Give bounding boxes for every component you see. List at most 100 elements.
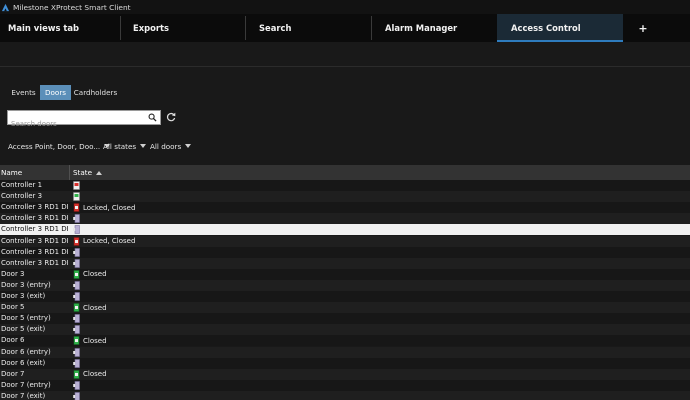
access-point-filter-dropdown[interactable]: Access Point, Door, Doo... xyxy=(8,140,111,152)
table-row[interactable]: Door 7 (entry) xyxy=(0,379,690,391)
column-divider[interactable] xyxy=(69,165,70,180)
row-state xyxy=(73,380,83,391)
access-point-icon xyxy=(73,258,80,268)
door-closed-icon xyxy=(73,336,80,346)
milestone-logo-icon xyxy=(1,3,10,11)
controller-online-icon xyxy=(73,192,80,201)
table-row[interactable]: Door 3 Closed xyxy=(0,268,690,280)
search-input[interactable] xyxy=(8,117,146,131)
table-row[interactable]: Controller 3 RD1 DR 1 ( xyxy=(0,213,690,225)
column-header-name[interactable]: Name xyxy=(1,165,69,180)
table-row[interactable]: Controller 3 RD1 DR 2 ( xyxy=(0,257,690,269)
chevron-down-icon xyxy=(185,144,192,148)
refresh-icon[interactable] xyxy=(166,112,176,122)
access-point-icon xyxy=(73,325,80,335)
subtab-doors[interactable]: Doors xyxy=(40,85,71,100)
door-closed-icon xyxy=(73,303,80,312)
door-locked-closed-icon xyxy=(73,203,80,212)
access-point-icon xyxy=(73,392,80,400)
row-name: Door 5 (exit) xyxy=(1,325,46,334)
subtab-cardholders[interactable]: Cardholders xyxy=(73,85,118,100)
table-row[interactable]: Door 3 (exit) xyxy=(0,291,690,302)
row-name: Door 3 (entry) xyxy=(1,280,51,289)
controller-offline-icon xyxy=(73,181,80,190)
state-filter-dropdown[interactable]: All states xyxy=(103,140,147,152)
state-label: Closed xyxy=(83,336,107,345)
row-state xyxy=(73,358,83,369)
access-point-icon xyxy=(73,225,80,235)
table-row[interactable]: Door 5 (exit) xyxy=(0,324,690,336)
table-row[interactable]: Door 6 (exit) xyxy=(0,357,690,369)
row-state xyxy=(73,280,83,291)
table-row[interactable]: Door 6 Closed xyxy=(0,335,690,347)
row-name: Controller 3 RD1 DR 1 ( xyxy=(1,225,68,234)
access-point-icon xyxy=(73,247,80,257)
access-point-icon xyxy=(73,292,80,301)
row-name: Controller 3 RD1 DR 2 ( xyxy=(1,247,68,256)
row-state: Locked, Closed xyxy=(73,236,135,247)
table-row[interactable]: Door 3 (entry) xyxy=(0,279,690,291)
tab-alarm-manager[interactable]: Alarm Manager xyxy=(372,14,496,42)
row-name: Controller 1 xyxy=(1,181,43,189)
row-name: Door 7 (entry) xyxy=(1,380,51,389)
row-state: Closed xyxy=(73,335,107,346)
access-point-icon xyxy=(73,214,80,224)
row-name: Controller 3 xyxy=(1,192,43,201)
row-state xyxy=(73,313,83,324)
row-state: Closed xyxy=(73,269,107,280)
filter-label: All doors xyxy=(150,141,182,151)
row-state xyxy=(73,191,83,202)
row-name: Door 5 xyxy=(1,303,25,312)
sort-ascending-icon xyxy=(96,170,103,175)
row-name: Controller 3 RD1 DR 2 xyxy=(1,236,68,245)
row-state xyxy=(73,224,83,235)
divider xyxy=(0,66,690,67)
row-name: Controller 3 RD1 DR 1 xyxy=(1,203,68,212)
table-row[interactable]: Door 7 (exit) xyxy=(0,390,690,400)
table-row[interactable]: Controller 3 RD1 DR 1 Locked, Closed xyxy=(0,202,690,214)
table-row[interactable]: Door 5 (entry) xyxy=(0,313,690,325)
state-label: Closed xyxy=(83,270,107,279)
access-point-icon xyxy=(73,358,80,368)
tab-access-control[interactable]: Access Control xyxy=(497,14,623,42)
row-name: Controller 3 RD1 DR 1 ( xyxy=(1,214,68,223)
row-state xyxy=(73,213,83,224)
tab-main-views[interactable]: Main views tab xyxy=(0,14,120,42)
table-row[interactable]: Door 5 Closed xyxy=(0,302,690,314)
tab-label: Main views tab xyxy=(8,23,80,33)
tab-label: Search xyxy=(259,23,292,33)
subtab-events[interactable]: Events xyxy=(8,85,39,100)
tab-search[interactable]: Search xyxy=(246,14,370,42)
state-label: Closed xyxy=(83,370,107,379)
tab-label: Exports xyxy=(133,23,169,33)
column-header-state[interactable]: State xyxy=(73,165,103,180)
search-icon[interactable] xyxy=(148,113,157,122)
row-name: Controller 3 RD1 DR 2 ( xyxy=(1,258,68,267)
door-closed-icon xyxy=(73,269,80,279)
tab-exports[interactable]: Exports xyxy=(121,14,244,42)
table-row[interactable]: Door 7 Closed xyxy=(0,368,690,380)
row-name: Door 3 (exit) xyxy=(1,292,46,300)
access-point-icon xyxy=(73,314,80,323)
table-row[interactable]: Controller 3 RD1 DR 2 Locked, Closed xyxy=(0,235,690,247)
table-row[interactable]: Controller 3 RD1 DR 1 ( xyxy=(0,224,690,236)
row-name: Door 6 (entry) xyxy=(1,347,51,356)
access-point-icon xyxy=(73,347,80,357)
search-box xyxy=(7,110,161,131)
table-header: Name State xyxy=(0,165,690,180)
doors-filter-dropdown[interactable]: All doors xyxy=(150,140,192,152)
tab-label: Access Control xyxy=(511,23,581,33)
add-tab-button[interactable]: + xyxy=(636,14,650,42)
filter-label: Access Point, Door, Doo... xyxy=(8,141,101,151)
table-row[interactable]: Door 6 (entry) xyxy=(0,346,690,358)
table-row[interactable]: Controller 1 xyxy=(0,180,690,191)
row-name: Door 3 xyxy=(1,269,25,278)
window-title: Milestone XProtect Smart Client xyxy=(13,2,131,12)
table-row[interactable]: Controller 3 RD1 DR 2 ( xyxy=(0,246,690,258)
state-label: Locked, Closed xyxy=(83,237,136,245)
table-row[interactable]: Controller 3 xyxy=(0,191,690,203)
row-name: Door 6 (exit) xyxy=(1,358,46,367)
row-state xyxy=(73,324,83,335)
row-state: Locked, Closed xyxy=(73,202,135,213)
row-name: Door 7 (exit) xyxy=(1,391,46,400)
